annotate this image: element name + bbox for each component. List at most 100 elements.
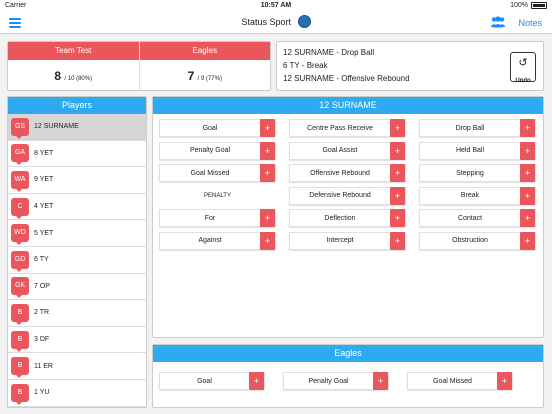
player-row[interactable]: B 3 DF [8, 327, 146, 354]
notes-button[interactable]: Notes [518, 18, 542, 28]
score-team-1: Team Test 8 / 10 (80%) [8, 42, 140, 90]
people-icon[interactable] [490, 16, 506, 28]
app-title-area: Status Sport [0, 15, 552, 29]
action-label: Contact [457, 214, 483, 222]
action-label: Defensive Rebound [309, 192, 371, 199]
plus-icon[interactable]: + [260, 231, 275, 250]
action-button[interactable]: Drop Ball + [419, 119, 536, 137]
action-button[interactable]: Offensive Rebound + [289, 164, 406, 182]
action-button[interactable]: Stepping + [419, 164, 536, 182]
player-row[interactable]: GK 7 OP [8, 274, 146, 301]
plus-icon[interactable]: + [260, 164, 275, 182]
app-logo [297, 15, 311, 29]
action-button[interactable]: Deflection + [289, 209, 406, 227]
action-button[interactable]: Centre Pass Receive + [289, 119, 406, 137]
team-action-button[interactable]: Goal + [159, 372, 265, 390]
player-row[interactable]: WD 5 YET [8, 220, 146, 247]
nav-bar: Status Sport Notes [0, 12, 552, 34]
player-row[interactable]: B 2 TR [8, 300, 146, 327]
player-name: 3 DF [34, 336, 50, 344]
player-name: 2 TR [34, 309, 50, 317]
action-button[interactable]: Penalty Goal + [159, 141, 276, 160]
plus-icon[interactable]: + [373, 372, 388, 390]
status-bar: Carrier 10:57 AM 100% [0, 0, 552, 12]
plus-icon[interactable]: + [497, 372, 512, 390]
player-name: 12 SURNAME [34, 123, 79, 131]
action-button[interactable]: Goal + [159, 119, 276, 137]
plus-icon[interactable]: + [260, 119, 275, 137]
player-row[interactable]: WA 9 YET [8, 167, 146, 194]
action-button[interactable]: Defensive Rebound + [289, 186, 406, 205]
player-row[interactable]: GA 8 YET [8, 141, 146, 168]
score-detail: / 9 (77%) [197, 76, 222, 82]
players-title: Players [8, 97, 146, 114]
player-name: 5 YET [34, 229, 54, 237]
plus-icon[interactable]: + [390, 141, 405, 160]
undo-button[interactable]: ↺ Undo [510, 52, 536, 84]
action-label: Break [460, 192, 480, 199]
player-row[interactable]: C 4 YET [8, 194, 146, 221]
plus-icon[interactable]: + [520, 119, 535, 137]
score-value-area: 8 / 10 (80%) [8, 60, 139, 83]
position-badge: GS [11, 117, 29, 139]
plus-icon[interactable]: + [260, 209, 275, 227]
team-action-button[interactable]: Penalty Goal + [283, 372, 389, 390]
plus-icon[interactable]: + [390, 209, 405, 227]
player-name: 11 ER [34, 362, 53, 370]
team-action-button[interactable]: Goal Missed + [407, 372, 513, 390]
app-title: Status Sport [241, 17, 291, 27]
player-name: 6 TY [34, 256, 49, 264]
action-label: Held Ball [455, 147, 484, 154]
player-name: 8 YET [34, 149, 54, 157]
score-team-name: Eagles [139, 42, 270, 60]
action-button[interactable]: Break + [419, 186, 536, 205]
plus-icon[interactable]: + [520, 231, 535, 250]
score-value-area: 7 / 9 (77%) [140, 60, 271, 83]
action-button[interactable]: Goal Assist + [289, 141, 406, 160]
plus-icon[interactable]: + [520, 141, 535, 160]
action-button[interactable]: Held Ball + [419, 141, 536, 160]
plus-icon[interactable]: + [390, 186, 405, 205]
action-label: Centre Pass Receive [307, 124, 373, 132]
score-team-2: Eagles 7 / 9 (77%) [139, 42, 271, 90]
position-badge: GA [11, 144, 29, 166]
player-name: 1 YU [34, 389, 50, 397]
position-badge: C [11, 197, 29, 219]
position-badge: WD [11, 224, 29, 246]
position-badge: GK [11, 277, 29, 299]
action-label: Intercept [326, 237, 354, 244]
player-actions-panel: 12 SURNAME Goal + Centre Pass Receive + Drop… [152, 96, 544, 338]
plus-icon[interactable]: + [390, 231, 405, 250]
team-actions-panel: Eagles Goal + Penalty Goal + Goal Missed + [152, 344, 544, 408]
score-detail: / 10 (80%) [64, 76, 93, 82]
log-line: 12 SURNAME - Offensive Rebound [283, 74, 410, 83]
action-button[interactable]: Contact + [419, 209, 536, 227]
position-badge: WA [11, 170, 29, 192]
action-label: Drop Ball [455, 124, 485, 132]
player-row[interactable]: B 11 ER [8, 353, 146, 380]
action-label: Goal Missed [433, 377, 472, 385]
player-row[interactable]: B 1 YU [8, 380, 146, 407]
position-badge: B [11, 383, 29, 405]
player-row[interactable]: GS 12 SURNAME [8, 114, 146, 141]
position-badge: B [11, 303, 29, 325]
player-list: GS 12 SURNAME GA 8 YET WA 9 YET C 4 YET WD 5 YET G… [8, 114, 146, 407]
plus-icon[interactable]: + [249, 372, 264, 390]
plus-icon[interactable]: + [520, 186, 535, 205]
action-button[interactable]: For + [159, 209, 276, 227]
action-button[interactable]: Against + [159, 231, 276, 250]
player-row[interactable]: GD 6 TY [8, 247, 146, 274]
position-badge: GD [11, 250, 29, 272]
action-label: Penalty Goal [189, 147, 231, 154]
plus-icon[interactable]: + [390, 119, 405, 137]
plus-icon[interactable]: + [520, 209, 535, 227]
action-button[interactable]: Obstruction + [419, 231, 536, 250]
plus-icon[interactable]: + [390, 164, 405, 182]
plus-icon[interactable]: + [520, 164, 535, 182]
action-button[interactable]: Intercept + [289, 231, 406, 250]
action-button[interactable]: Goal Missed + [159, 164, 276, 182]
action-label: For [204, 214, 216, 222]
battery-icon [531, 2, 547, 9]
player-name: 7 OP [34, 282, 50, 290]
plus-icon[interactable]: + [260, 141, 275, 160]
